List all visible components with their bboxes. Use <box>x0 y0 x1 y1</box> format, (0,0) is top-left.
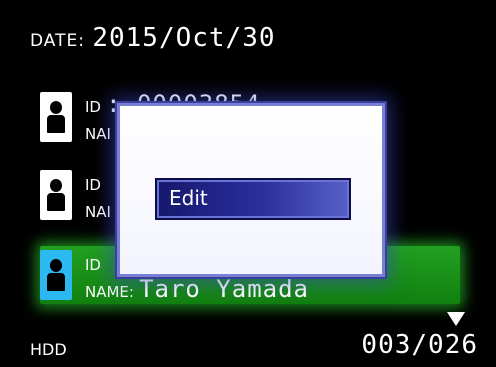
name-label: NAI <box>85 203 111 221</box>
triangle-down-icon[interactable] <box>447 312 465 326</box>
context-menu-dialog: Edit <box>117 103 385 277</box>
person-icon <box>40 170 72 220</box>
name-label: NAI <box>85 125 111 143</box>
name-value: Taro Yamada <box>139 275 310 303</box>
id-label: ID <box>85 176 101 194</box>
page-counter: 003/026 <box>361 330 478 360</box>
person-icon <box>40 92 72 142</box>
date-key: DATE: <box>30 31 85 51</box>
date-header: DATE: 2015/Oct/30 <box>30 20 276 59</box>
person-icon <box>40 250 72 300</box>
edit-button[interactable]: Edit <box>155 178 351 220</box>
id-label: ID <box>85 98 101 116</box>
storage-label: HDD <box>30 340 67 359</box>
id-label: ID <box>85 256 101 274</box>
name-label: NAME: <box>85 283 134 301</box>
date-value: 2015/Oct/30 <box>92 23 276 53</box>
